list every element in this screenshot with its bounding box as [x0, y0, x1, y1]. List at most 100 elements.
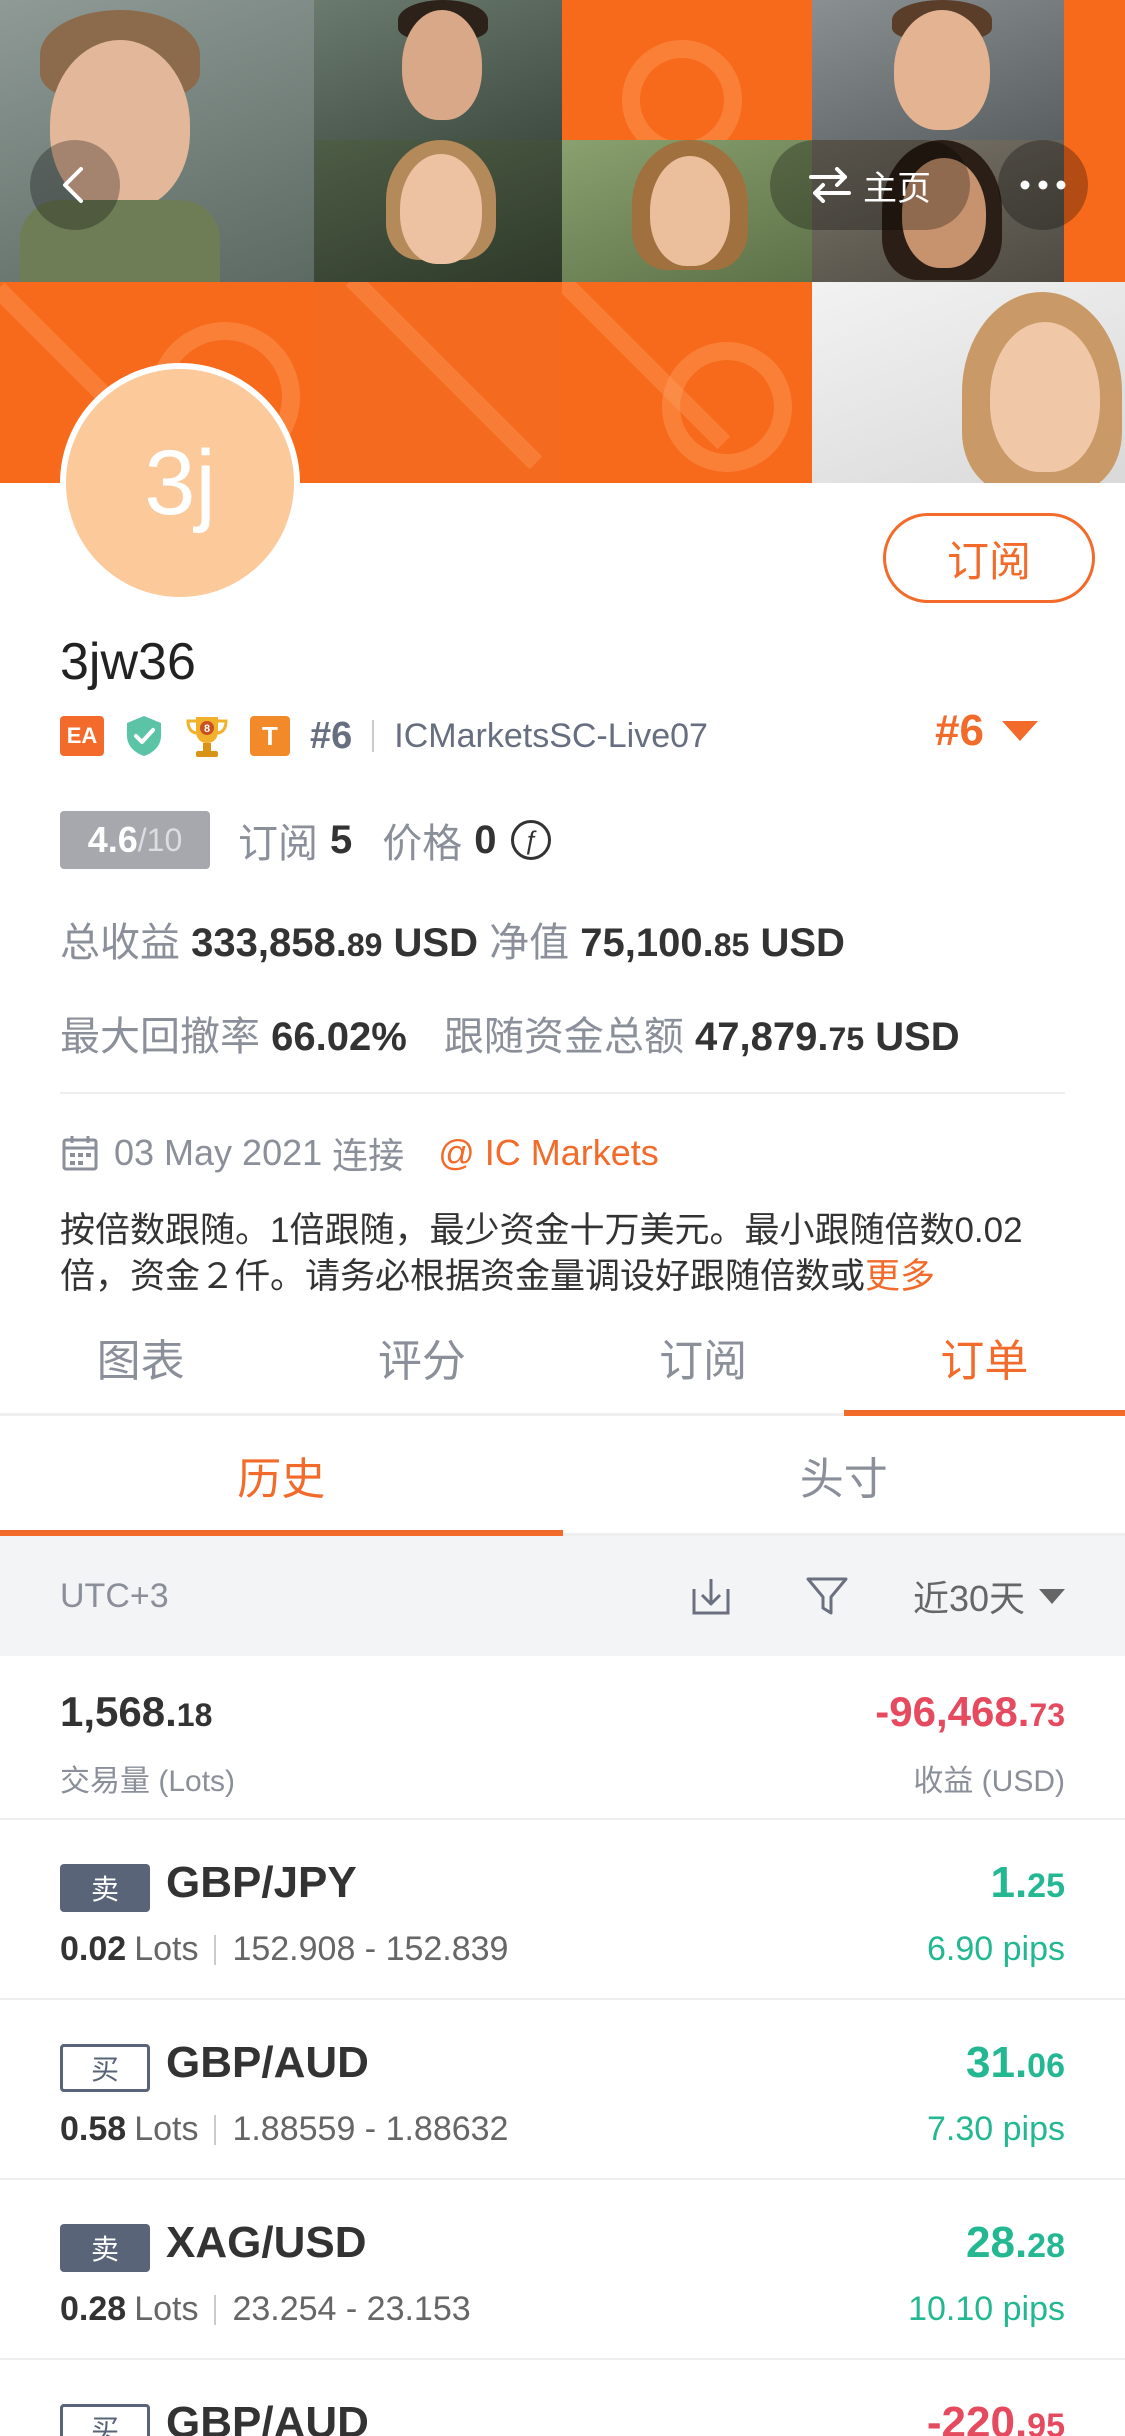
order-row[interactable]: 卖 XAG/USD 0.28 Lots 23.254 - 23.153 28.28 … — [0, 2180, 1125, 2360]
follow-funds-unit: USD — [875, 1015, 960, 1059]
order-pair: GBP/AUD — [166, 2398, 369, 2436]
banner-photo-tile — [314, 140, 562, 282]
price-value: 0 — [474, 817, 497, 862]
order-profit-dec: 28 — [1027, 2227, 1065, 2265]
chevron-left-icon — [63, 167, 83, 203]
history-summary: 1,568.18 交易量 (Lots) -96,468.73 收益 (USD) — [0, 1656, 1125, 1820]
lots-unit: Lots — [134, 1930, 199, 1968]
divider — [372, 720, 375, 752]
top-badge: T — [250, 716, 290, 756]
order-details: 0.58 Lots 1.88559 - 1.88632 — [60, 2110, 508, 2149]
price-range: 1.88559 - 1.88632 — [232, 2110, 509, 2148]
order-pair: XAG/USD — [166, 2218, 367, 2267]
buy-tag: 买 — [60, 2044, 150, 2092]
equity-value: 75,100.85 USD — [580, 921, 845, 965]
follow-funds-int: 47,879. — [695, 1015, 829, 1059]
tab-chart[interactable]: 图表 — [0, 1300, 281, 1413]
rating-denominator: /10 — [137, 821, 183, 858]
order-lots: 0.28 — [60, 2290, 127, 2328]
follow-funds-dec: 75 — [828, 1021, 865, 1057]
price-label: 价格 — [382, 822, 463, 866]
swap-icon — [809, 167, 851, 203]
timezone-label: UTC+3 — [60, 1576, 169, 1615]
order-row[interactable]: 买 GBP/AUD 0.58 Lots 1.88559 - 1.88632 31.0… — [0, 2000, 1125, 2180]
order-profit-int: -220. — [926, 2398, 1028, 2436]
rank-dropdown-label: #6 — [935, 706, 984, 755]
order-pips: 6.90 pips — [927, 1930, 1065, 1968]
more-link[interactable]: 更多 — [865, 1257, 935, 1296]
trophy-icon: 8 — [186, 717, 228, 757]
divider — [214, 2114, 217, 2145]
ea-badge: EA — [60, 716, 104, 756]
lots-unit: Lots — [134, 2110, 199, 2148]
equity-dec: 85 — [713, 927, 750, 963]
total-profit-int: 333,858. — [191, 921, 347, 965]
banner-photo-tile — [562, 140, 812, 282]
equity-int: 75,100. — [580, 921, 714, 965]
volume-int: 1,568. — [60, 1688, 177, 1735]
more-button[interactable] — [998, 140, 1088, 230]
order-profit: 28.28 — [966, 2218, 1065, 2268]
home-button[interactable]: 主页 — [770, 140, 970, 230]
order-pips: 7.30 pips — [927, 2110, 1065, 2148]
order-profit-dec: 25 — [1027, 1867, 1065, 1905]
order-profit-int: 1. — [990, 1858, 1028, 1907]
profit-int: -96,468. — [875, 1688, 1030, 1735]
tab-history[interactable]: 历史 — [0, 1416, 563, 1536]
connection-info: 03 May 2021 连接 @ IC Markets — [60, 1128, 659, 1178]
strategy-description: 按倍数跟随。1倍跟随，最少资金十万美元。最小跟随倍数0.02倍，资金２仟。请务必… — [60, 1208, 1070, 1300]
avatar: 3j — [60, 363, 300, 603]
download-icon — [692, 1579, 730, 1615]
banner-photo-tile — [812, 0, 1064, 140]
subscriptions-count: 5 — [330, 817, 353, 862]
volume-label: 交易量 (Lots) — [60, 1765, 236, 1798]
tab-rating[interactable]: 评分 — [281, 1300, 562, 1413]
period-dropdown[interactable]: 近30天 — [913, 1570, 1065, 1622]
max-drawdown-value: 66.02% — [271, 1015, 407, 1059]
order-profit: -220.95 — [927, 2398, 1065, 2436]
period-label: 近30天 — [912, 1578, 1025, 1619]
divider — [214, 1934, 217, 1965]
download-button[interactable] — [681, 1566, 741, 1626]
banner-pattern-tile — [314, 282, 562, 483]
banner-photo-tile — [0, 0, 314, 282]
profit-dec: 73 — [1029, 1697, 1065, 1733]
rank-label: #6 — [310, 714, 353, 757]
tab-positions[interactable]: 头寸 — [563, 1416, 1125, 1533]
follow-funds-label: 跟随资金总额 — [443, 1015, 684, 1059]
order-sub-tabs: 历史 头寸 — [0, 1416, 1125, 1536]
follow-funds-value: 47,879.75 USD — [695, 1015, 960, 1059]
volume-value: 1,568.18 — [60, 1688, 212, 1736]
connect-date: 03 May 2021 — [114, 1132, 323, 1173]
price-range: 152.908 - 152.839 — [232, 1930, 509, 1968]
order-row[interactable]: 买 GBP/AUD -220.95 — [0, 2360, 1125, 2436]
banner-pattern-tile — [562, 282, 812, 483]
total-profit-value: 333,858.89 USD — [191, 921, 478, 965]
order-lots: 0.02 — [60, 1930, 127, 1968]
total-profit-unit: USD — [393, 921, 478, 965]
filter-button[interactable] — [797, 1566, 857, 1626]
rank-dropdown[interactable]: #6 — [935, 706, 1038, 756]
tab-orders[interactable]: 订单 — [843, 1300, 1125, 1416]
buy-tag: 买 — [60, 2404, 150, 2436]
subscribe-button[interactable]: 订阅 — [883, 513, 1095, 603]
lots-unit: Lots — [134, 2290, 199, 2328]
caret-down-icon — [1039, 1588, 1065, 1604]
order-profit-dec: 95 — [1027, 2407, 1065, 2436]
order-row[interactable]: 卖 GBP/JPY 0.02 Lots 152.908 - 152.839 1.25… — [0, 1820, 1125, 2000]
banner-pattern-tile — [562, 0, 812, 140]
order-profit: 31.06 — [966, 2038, 1065, 2088]
server-name: ICMarketsSC-Live07 — [394, 716, 708, 755]
drawdown-funds-row: 最大回撤率 66.02% 跟随资金总额 47,879.75 USD — [60, 1004, 960, 1062]
subscriptions-label: 订阅 — [238, 822, 318, 866]
filter-bar: UTC+3 近30天 — [0, 1536, 1125, 1656]
tab-subscriptions[interactable]: 订阅 — [563, 1300, 844, 1413]
more-dots-icon — [1020, 180, 1066, 190]
order-profit: 1.25 — [990, 1858, 1065, 1908]
banner-pattern-tile — [1064, 0, 1125, 140]
divider — [60, 1092, 1065, 1094]
equity-label: 净值 — [489, 921, 570, 965]
back-button[interactable] — [30, 140, 120, 230]
broker-link[interactable]: @ IC Markets — [438, 1132, 659, 1174]
total-profit-dec: 89 — [346, 927, 383, 963]
